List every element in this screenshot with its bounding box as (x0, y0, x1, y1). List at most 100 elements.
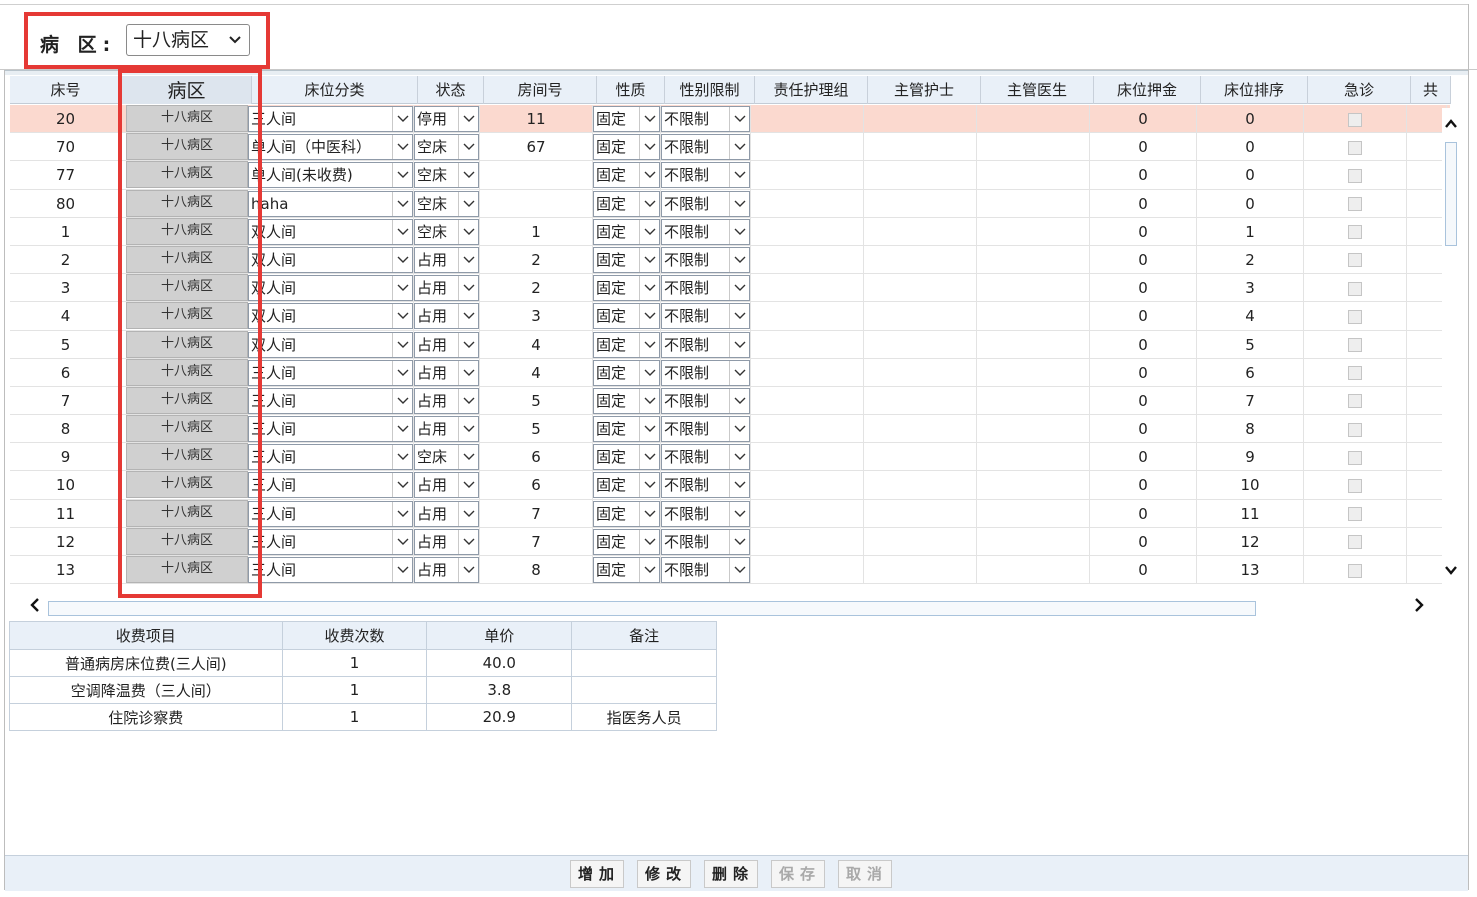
chevron-down-icon[interactable] (392, 304, 412, 329)
chevron-down-icon[interactable] (458, 276, 478, 301)
status-select[interactable]: 占用 (414, 416, 479, 443)
edit-button[interactable]: 修改 (637, 860, 691, 888)
chevron-down-icon[interactable] (458, 107, 478, 131)
chevron-down-icon[interactable] (639, 276, 659, 301)
nature-select[interactable]: 固定 (593, 275, 660, 302)
chevron-down-icon[interactable] (1444, 562, 1458, 581)
chevron-down-icon[interactable] (729, 276, 749, 301)
chevron-down-icon[interactable] (392, 501, 412, 526)
ward-cell[interactable]: 十八病区 (126, 415, 248, 443)
gender-select[interactable]: 不限制 (661, 500, 750, 527)
status-select[interactable]: 空床 (414, 190, 479, 217)
chevron-down-icon[interactable] (392, 473, 412, 498)
nature-select[interactable]: 固定 (593, 303, 660, 330)
chevron-down-icon[interactable] (392, 191, 412, 216)
category-select[interactable]: 单人间(未收费) (248, 162, 413, 189)
chevron-down-icon[interactable] (729, 332, 749, 357)
nature-select[interactable]: 固定 (593, 218, 660, 245)
emergency-checkbox[interactable] (1348, 478, 1362, 493)
chevron-down-icon[interactable] (729, 135, 749, 160)
header-col-status[interactable]: 状态 (418, 76, 484, 104)
status-select[interactable]: 占用 (414, 387, 479, 414)
chevron-down-icon[interactable] (729, 388, 749, 413)
chevron-down-icon[interactable] (458, 304, 478, 329)
fee-row[interactable]: 普通病房床位费(三人间) 1 40.0 (9, 649, 717, 677)
nature-select[interactable]: 固定 (593, 387, 660, 414)
gender-select[interactable]: 不限制 (661, 106, 750, 132)
bed-row[interactable]: 8 十八病区 三人间 占用 5 固定 不限制 0 8 (10, 415, 1450, 444)
chevron-down-icon[interactable] (639, 445, 659, 470)
nature-select[interactable]: 固定 (593, 246, 660, 273)
chevron-down-icon[interactable] (729, 473, 749, 498)
header-col-deposit[interactable]: 床位押金 (1094, 76, 1201, 104)
category-select[interactable]: haha (248, 190, 413, 217)
emergency-checkbox[interactable] (1348, 140, 1362, 155)
status-select[interactable]: 空床 (414, 162, 479, 189)
bed-row[interactable]: 5 十八病区 双人间 占用 4 固定 不限制 0 5 (10, 330, 1450, 359)
ward-cell[interactable]: 十八病区 (126, 330, 248, 358)
category-select[interactable]: 双人间 (248, 303, 413, 330)
category-select[interactable]: 三人间 (248, 106, 413, 132)
bed-row[interactable]: 4 十八病区 双人间 占用 3 固定 不限制 0 4 (10, 302, 1450, 331)
header-col-doctor[interactable]: 主管医生 (981, 76, 1094, 104)
chevron-down-icon[interactable] (729, 529, 749, 554)
emergency-checkbox[interactable] (1348, 366, 1362, 381)
chevron-down-icon[interactable] (392, 332, 412, 357)
chevron-down-icon[interactable] (729, 247, 749, 272)
header-col-nature[interactable]: 性质 (597, 76, 665, 104)
gender-select[interactable]: 不限制 (661, 444, 750, 471)
emergency-checkbox[interactable] (1348, 535, 1362, 550)
chevron-down-icon[interactable] (729, 304, 749, 329)
header-col-nurse-group[interactable]: 责任护理组 (755, 76, 868, 104)
vertical-scroll-thumb[interactable] (1445, 142, 1457, 246)
chevron-down-icon[interactable] (458, 247, 478, 272)
chevron-down-icon[interactable] (392, 247, 412, 272)
category-select[interactable]: 三人间 (248, 500, 413, 527)
chevron-down-icon[interactable] (639, 558, 659, 582)
ward-cell[interactable]: 十八病区 (126, 556, 248, 583)
chevron-down-icon[interactable] (639, 219, 659, 244)
gender-select[interactable]: 不限制 (661, 246, 750, 273)
nature-select[interactable]: 固定 (593, 444, 660, 471)
header-col-ward[interactable]: 病区 (122, 76, 252, 104)
horizontal-scroll-thumb[interactable] (48, 601, 1256, 616)
horizontal-scrollbar[interactable] (10, 598, 1462, 618)
chevron-down-icon[interactable] (639, 107, 659, 131)
bed-row[interactable]: 1 十八病区 双人间 空床 1 固定 不限制 0 1 (10, 217, 1450, 246)
nature-select[interactable]: 固定 (593, 359, 660, 386)
ward-cell[interactable]: 十八病区 (126, 358, 248, 386)
status-select[interactable]: 占用 (414, 275, 479, 302)
status-select[interactable]: 空床 (414, 134, 479, 161)
chevron-down-icon[interactable] (639, 417, 659, 442)
chevron-down-icon[interactable] (392, 276, 412, 301)
chevron-down-icon[interactable] (458, 388, 478, 413)
nature-select[interactable]: 固定 (593, 106, 660, 132)
emergency-checkbox[interactable] (1348, 112, 1362, 127)
ward-cell[interactable]: 十八病区 (126, 161, 248, 189)
header-col-nurse[interactable]: 主管护士 (868, 76, 981, 104)
chevron-down-icon[interactable] (392, 360, 412, 385)
fee-row[interactable]: 住院诊察费 1 20.9 指医务人员 (9, 703, 717, 731)
nature-select[interactable]: 固定 (593, 500, 660, 527)
ward-cell[interactable]: 十八病区 (126, 471, 248, 499)
ward-cell[interactable]: 十八病区 (126, 443, 248, 471)
nature-select[interactable]: 固定 (593, 528, 660, 555)
bed-row[interactable]: 20 十八病区 三人间 停用 11 固定 不限制 0 0 (10, 105, 1450, 134)
chevron-down-icon[interactable] (729, 219, 749, 244)
emergency-checkbox[interactable] (1348, 507, 1362, 522)
ward-select[interactable]: 十八病区 (126, 24, 250, 56)
bed-row[interactable]: 6 十八病区 三人间 占用 4 固定 不限制 0 6 (10, 358, 1450, 387)
chevron-down-icon[interactable] (639, 529, 659, 554)
chevron-down-icon[interactable] (458, 332, 478, 357)
chevron-down-icon[interactable] (458, 445, 478, 470)
category-select[interactable]: 双人间 (248, 275, 413, 302)
header-col-room[interactable]: 房间号 (484, 76, 597, 104)
bed-row[interactable]: 3 十八病区 双人间 占用 2 固定 不限制 0 3 (10, 274, 1450, 303)
fee-col-item[interactable]: 收费项目 (9, 621, 283, 650)
emergency-checkbox[interactable] (1348, 394, 1362, 409)
chevron-left-icon[interactable] (28, 596, 42, 619)
status-select[interactable]: 占用 (414, 472, 479, 499)
gender-select[interactable]: 不限制 (661, 359, 750, 386)
header-col-bed[interactable]: 床号 (10, 76, 122, 104)
nature-select[interactable]: 固定 (593, 162, 660, 189)
